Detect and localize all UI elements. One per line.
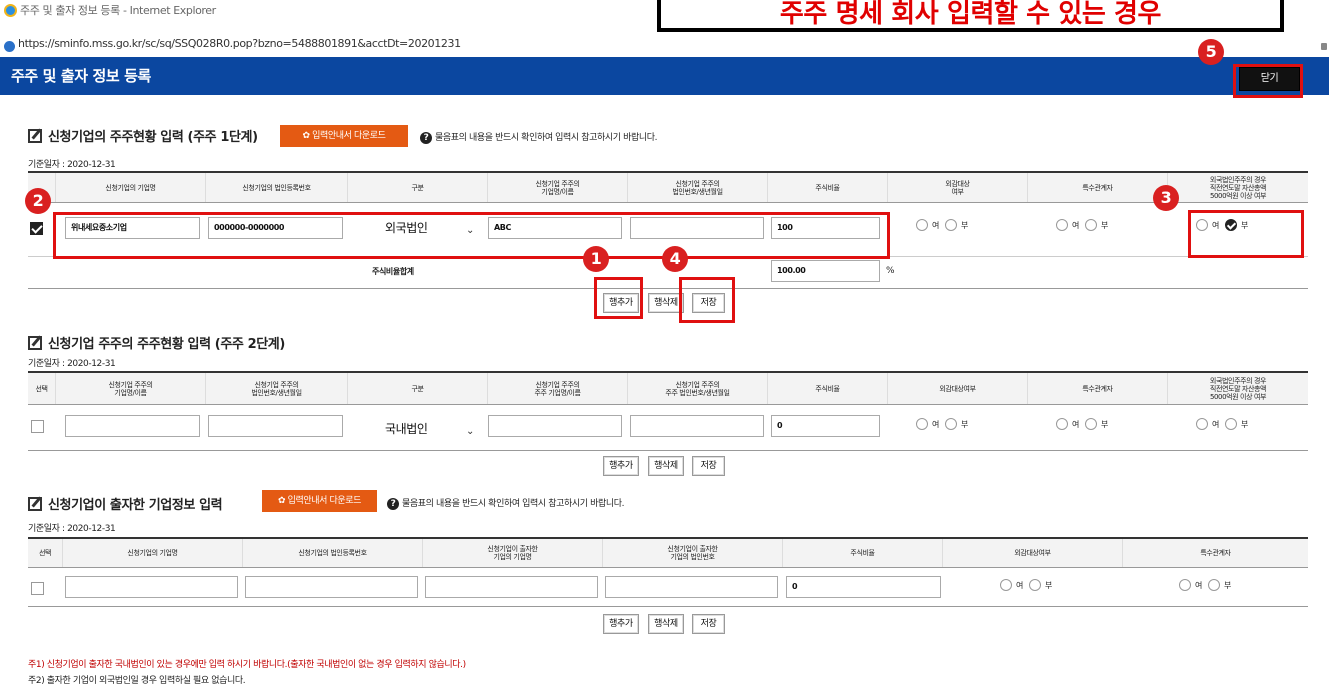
- highlight-close: [1233, 64, 1303, 98]
- section1-base-date: 기준일자 : 2020-12-31: [28, 160, 116, 170]
- add-row-button[interactable]: 행추가: [603, 456, 639, 476]
- type-select[interactable]: 국내법인 ⌄: [370, 418, 480, 440]
- radio-yes[interactable]: [1056, 219, 1068, 231]
- radio-no[interactable]: [944, 418, 957, 430]
- invested-target-name-input[interactable]: [425, 576, 598, 598]
- window-title: 주주 및 출자 정보 등록 - Internet Explorer: [20, 4, 216, 17]
- highlight-asset-radio: [1188, 210, 1304, 258]
- ratio-total-input: 100.00: [771, 260, 880, 282]
- radio-yes[interactable]: [1196, 418, 1208, 430]
- radio-no[interactable]: [1084, 418, 1097, 430]
- audit-radio-group[interactable]: 여부: [998, 579, 1052, 593]
- section1-note: ? 물음표의 내용을 반드시 확인하여 입력시 참고하시기 바랍니다.: [420, 130, 658, 144]
- shareholder-name-input[interactable]: [65, 415, 200, 437]
- edit-icon: [28, 336, 42, 350]
- radio-yes[interactable]: [916, 219, 928, 231]
- highlight-row-inputs: [53, 212, 890, 259]
- radio-no[interactable]: [1028, 579, 1041, 591]
- save-button[interactable]: 저장: [692, 456, 725, 476]
- section3-download-button[interactable]: ✿ 입력안내서 다운로드: [262, 490, 377, 512]
- footnote-1: 주1) 신청기업이 출자한 국내법인이 있는 경우에만 입력 하시기 바랍니다.…: [28, 660, 466, 670]
- radio-yes[interactable]: [916, 418, 928, 430]
- highlight-save: [679, 277, 735, 323]
- chevron-down-icon: ⌄: [466, 426, 474, 437]
- sub-shareholder-no-input[interactable]: [630, 415, 764, 437]
- section3-base-date: 기준일자 : 2020-12-31: [28, 524, 116, 534]
- step-badge-2: 2: [25, 188, 51, 214]
- section2-title: 신청기업 주주의 주주현황 입력 (주주 2단계): [28, 333, 285, 352]
- instruction-callout: 주주 명세 회사 입력할 수 있는 경우: [657, 0, 1284, 32]
- audit-radio-group[interactable]: 여부: [914, 418, 968, 432]
- section3-title: 신청기업이 출자한 기업정보 입력: [28, 494, 223, 513]
- edit-icon: [28, 129, 42, 143]
- radio-no[interactable]: [1084, 219, 1097, 231]
- radio-yes[interactable]: [1179, 579, 1191, 591]
- audit-radio-group[interactable]: 여부: [914, 219, 968, 233]
- shareholder-no-input[interactable]: [208, 415, 343, 437]
- page-title: 주주 및 출자 정보 등록: [11, 67, 151, 85]
- invested-target-no-input[interactable]: [605, 576, 778, 598]
- section1-title: 신청기업의 주주현황 입력 (주주 1단계): [28, 126, 258, 145]
- radio-yes[interactable]: [1056, 418, 1068, 430]
- step-badge-4: 4: [662, 246, 688, 272]
- question-icon: ?: [420, 132, 432, 144]
- edit-icon: [28, 497, 42, 511]
- footnote-2: 주2) 출자한 기업이 외국법인일 경우 입력하실 필요 없습니다.: [28, 676, 246, 686]
- sub-shareholder-name-input[interactable]: [488, 415, 622, 437]
- globe-icon: [4, 41, 15, 52]
- ratio-input[interactable]: 0: [771, 415, 880, 437]
- radio-yes[interactable]: [1000, 579, 1012, 591]
- row-select-checkbox[interactable]: [31, 420, 44, 433]
- page-header: 주주 및 출자 정보 등록: [0, 57, 1329, 95]
- related-party-radio-group[interactable]: 여부: [1054, 219, 1108, 233]
- radio-no[interactable]: [944, 219, 957, 231]
- step-badge-5: 5: [1198, 39, 1224, 65]
- ie-logo-icon: [4, 4, 17, 17]
- url-text[interactable]: https://sminfo.mss.go.kr/sc/sq/SSQ028R0.…: [18, 37, 461, 50]
- invested-corp-reg-no-input[interactable]: [245, 576, 418, 598]
- ratio-total-label: 주식비율합계: [372, 267, 414, 276]
- section3-note: ? 물음표의 내용을 반드시 확인하여 입력시 참고하시기 바랍니다.: [387, 496, 625, 510]
- add-row-button[interactable]: 행추가: [603, 614, 639, 634]
- question-icon: ?: [387, 498, 399, 510]
- step-badge-1: 1: [583, 246, 609, 272]
- lock-icon: [1321, 43, 1327, 50]
- related-party-radio-group[interactable]: 여부: [1054, 418, 1108, 432]
- save-button[interactable]: 저장: [692, 614, 725, 634]
- radio-no[interactable]: [1224, 418, 1237, 430]
- invested-company-name-input[interactable]: [65, 576, 238, 598]
- section1-download-button[interactable]: ✿ 입력안내서 다운로드: [280, 125, 408, 147]
- delete-row-button[interactable]: 행삭제: [648, 614, 684, 634]
- row-select-checkbox[interactable]: [31, 582, 44, 595]
- asset-5000-radio-group[interactable]: 여부: [1194, 418, 1248, 432]
- row-select-checkbox[interactable]: [30, 222, 43, 235]
- delete-row-button[interactable]: 행삭제: [648, 456, 684, 476]
- ratio-total-unit: %: [886, 266, 895, 276]
- radio-no[interactable]: [1207, 579, 1220, 591]
- section2-base-date: 기준일자 : 2020-12-31: [28, 359, 116, 369]
- step-badge-3: 3: [1153, 185, 1179, 211]
- highlight-add-row: [594, 277, 643, 319]
- ratio-input[interactable]: 0: [786, 576, 941, 598]
- section2-table: 선택 신청기업 주주의 기업명/이름 신청기업 주주의 법인번호/생년월일 구분…: [28, 371, 1308, 451]
- related-party-radio-group[interactable]: 여부: [1177, 579, 1231, 593]
